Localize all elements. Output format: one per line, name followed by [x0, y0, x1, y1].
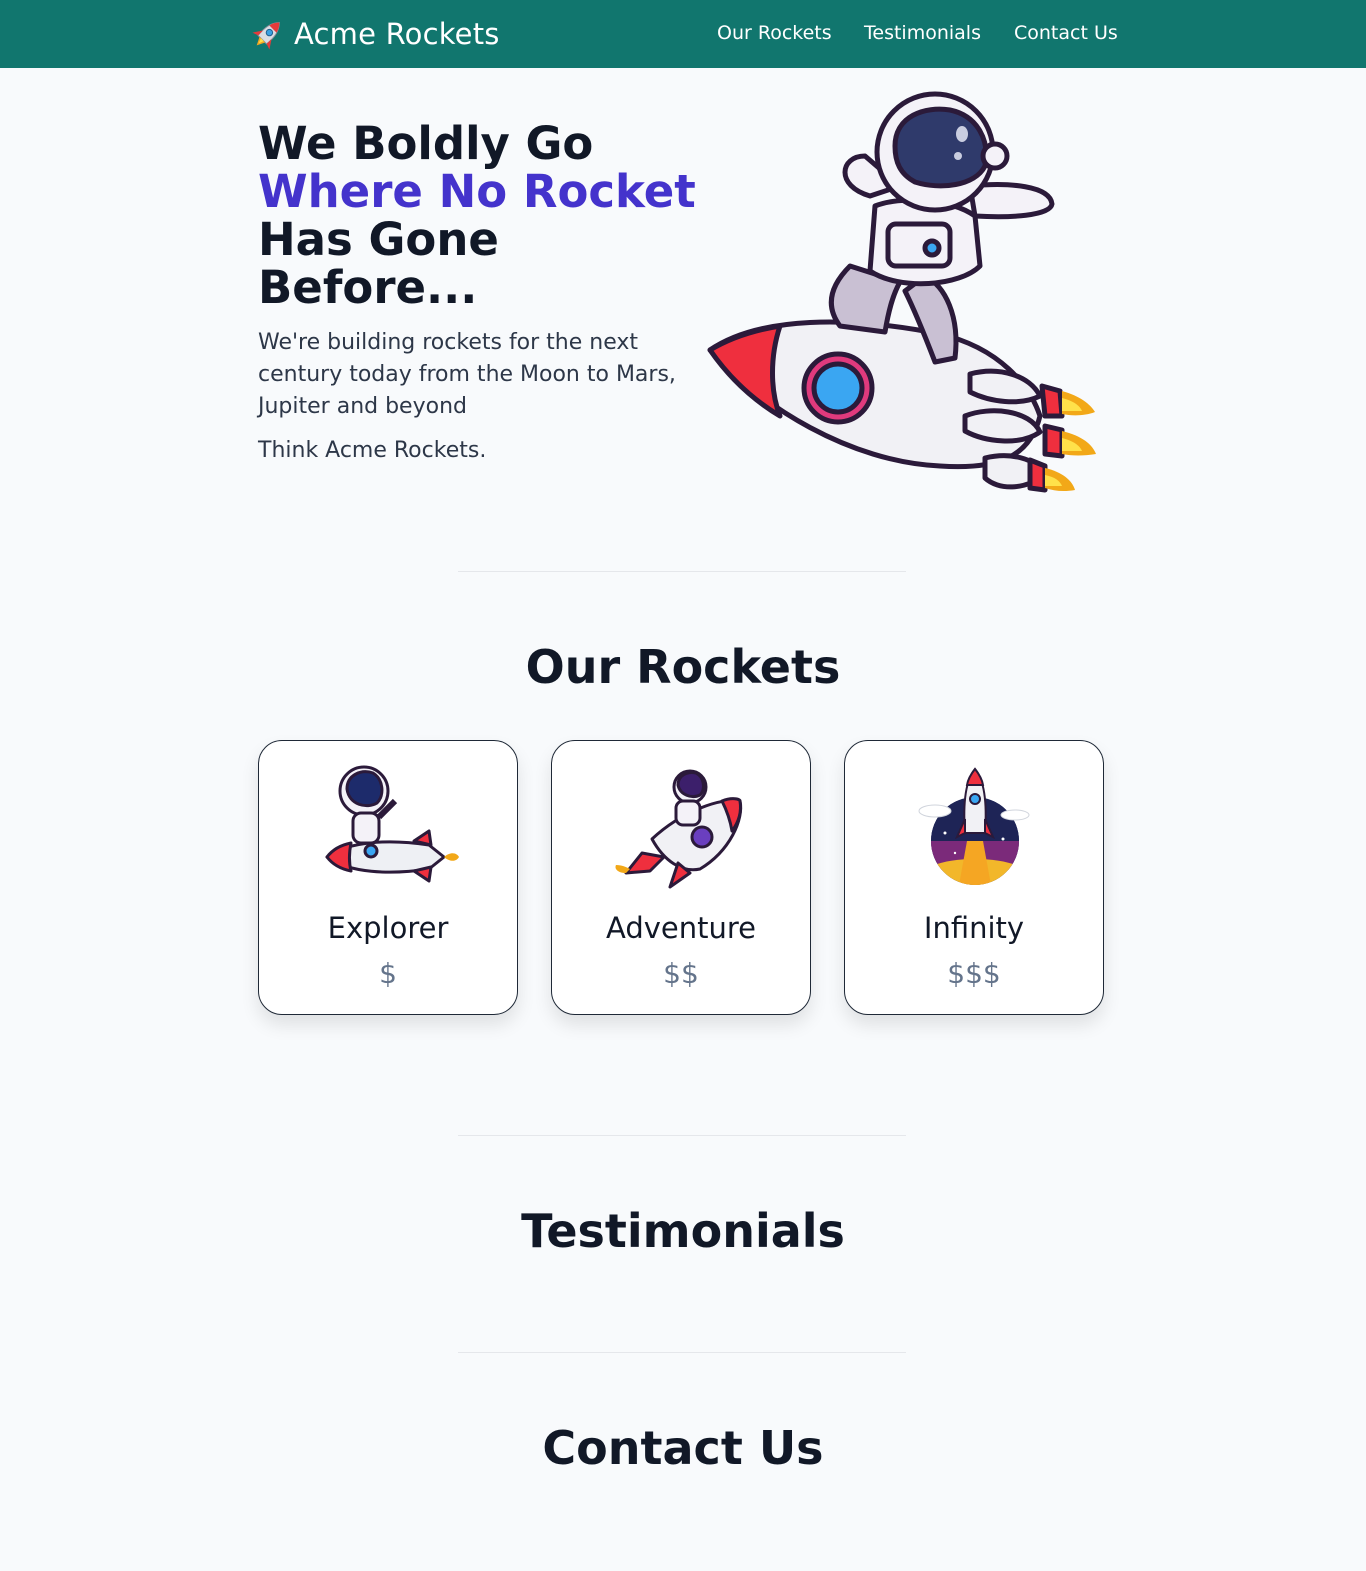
section-divider	[458, 1135, 906, 1136]
card-price: $	[379, 957, 397, 990]
card-price: $$	[663, 957, 699, 990]
rocket-icon	[250, 16, 286, 52]
adventure-illustration	[612, 761, 752, 891]
nav-testimonials[interactable]: Testimonials	[864, 22, 981, 44]
hero-title-line4: Before...	[258, 261, 478, 314]
nav-our-rockets[interactable]: Our Rockets	[717, 22, 832, 44]
rocket-card-adventure[interactable]: Adventure $$	[551, 740, 811, 1015]
rocket-card-infinity[interactable]: Infinity $$$	[844, 740, 1104, 1015]
hero-title-line3: Has Gone	[258, 213, 499, 266]
explorer-illustration	[319, 761, 459, 891]
card-name: Explorer	[327, 911, 449, 945]
section-divider	[458, 1352, 906, 1353]
hero-title: We Boldly Go Where No Rocket Has Gone Be…	[258, 120, 698, 312]
contact-section-title: Contact Us	[542, 1421, 824, 1475]
rocket-card-explorer[interactable]: Explorer $	[258, 740, 518, 1015]
hero-subtitle: We're building rockets for the next cent…	[258, 330, 676, 419]
card-name: Adventure	[606, 911, 756, 945]
card-name: Infinity	[923, 911, 1025, 945]
hero-title-accent: Where No Rocket	[258, 165, 696, 218]
rockets-section-title: Our Rockets	[525, 640, 841, 694]
testimonials-section-title: Testimonials	[521, 1204, 845, 1258]
section-divider	[458, 571, 906, 572]
brand-link[interactable]: Acme Rockets	[250, 14, 500, 54]
brand-name: Acme Rockets	[294, 17, 500, 51]
hero-tagline: Think Acme Rockets.	[258, 438, 487, 463]
infinity-illustration	[905, 761, 1045, 891]
hero-astronaut-illustration	[700, 86, 1110, 506]
site-header: Acme Rockets Our Rockets Testimonials Co…	[0, 0, 1366, 68]
nav-contact-us[interactable]: Contact Us	[1014, 22, 1118, 44]
card-price: $$$	[947, 957, 1001, 990]
hero-title-line1: We Boldly Go	[258, 117, 594, 170]
